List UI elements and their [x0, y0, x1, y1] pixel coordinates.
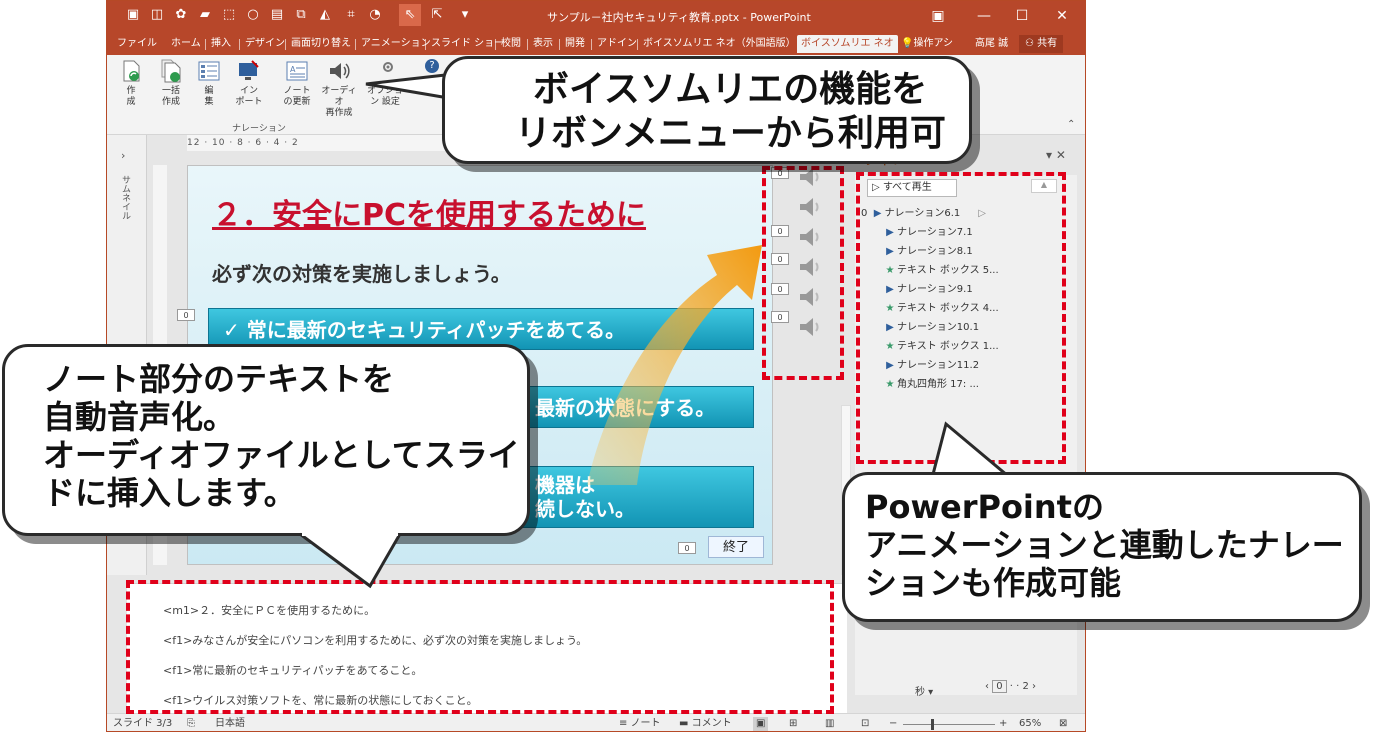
close-pane-icon[interactable]: ✕	[1056, 148, 1066, 162]
create-button[interactable]: 作 成	[111, 59, 151, 119]
shape-fill-icon[interactable]: ◔	[367, 7, 383, 23]
tab-home[interactable]: ホーム	[167, 35, 205, 53]
pane-menu-icon[interactable]: ▾	[1046, 148, 1052, 162]
slideshow-icon[interactable]: ⊡	[861, 717, 869, 731]
spellcheck-icon[interactable]: ⎘	[187, 717, 195, 731]
notes-icon: ≡	[619, 718, 631, 729]
expand-thumbnails-icon[interactable]: ›	[121, 149, 125, 162]
ribbon-group-label: ナレーション	[232, 124, 286, 134]
cursor-icon[interactable]: ⇖	[399, 4, 421, 26]
end-button[interactable]: 終了	[708, 536, 764, 558]
maximize-icon[interactable]: ☐	[1007, 5, 1037, 27]
fit-to-window-icon[interactable]: ⊠	[1059, 717, 1067, 731]
tab-developer[interactable]: 開発	[561, 35, 589, 53]
tab-review[interactable]: 校閲	[497, 35, 525, 53]
tab-voice-sommelier[interactable]: ボイスソムリエ ネオ	[797, 35, 898, 53]
tab-addins[interactable]: アドイン	[593, 35, 641, 53]
tab-file[interactable]: ファイル	[113, 35, 161, 53]
language-indicator[interactable]: 日本語	[215, 717, 245, 731]
tab-view[interactable]: 表示	[529, 35, 557, 53]
collapse-ribbon-icon[interactable]: ⌃	[1067, 119, 1075, 130]
layers-icon[interactable]: ▤	[269, 7, 285, 23]
arrow-select-icon[interactable]: ⇱	[429, 7, 445, 23]
tab-voice-sommelier-foreign[interactable]: ボイスソムリエ ネオ（外国語版）	[639, 35, 800, 53]
ribbon-tabs: ファイル ホーム 挿入 デザイン 画面切り替え アニメーション スライド ショー…	[107, 31, 1085, 55]
zoom-slider-thumb[interactable]	[931, 719, 934, 730]
edit-list-icon	[198, 61, 220, 81]
group-icon[interactable]: ⧉	[293, 7, 309, 23]
batch-create-button[interactable]: 一括 作成	[151, 59, 191, 119]
zoom-level[interactable]: 65%	[1019, 717, 1041, 731]
zoom-out-icon[interactable]: −	[889, 717, 897, 731]
tab-transitions[interactable]: 画面切り替え	[287, 35, 355, 53]
svg-text:A: A	[290, 65, 296, 74]
animation-marker: 0	[678, 542, 696, 554]
user-name[interactable]: 高尾 誠	[971, 35, 1012, 53]
notes-callout: ノート部分のテキストを 自動音声化。 オーディオファイルとしてスライ ドに挿入し…	[2, 344, 530, 536]
comment-icon: ▬	[679, 718, 692, 729]
crop-icon[interactable]: ⌗	[343, 7, 359, 23]
import-monitor-icon	[239, 60, 259, 80]
timeline-range[interactable]: ‹ 0 · · 2 ›	[985, 680, 1036, 693]
open-folder-icon[interactable]: ▰	[197, 7, 213, 23]
animation-callout: PowerPointの アニメーションと連動したナレー ションも作成可能	[842, 472, 1362, 622]
title-bar: ▣ ◫ ✿ ▰ ⬚ ○ ▤ ⧉ ◭ ⌗ ◔ ⇖ ⇱ ▾ サンプル－社内セキュリテ…	[107, 1, 1085, 31]
callout-tail	[299, 530, 402, 589]
reading-view-icon[interactable]: ▥	[825, 717, 834, 731]
tell-me-box[interactable]: 💡操作アシ	[897, 35, 957, 53]
preview-icon[interactable]: ◫	[149, 7, 165, 23]
seconds-dropdown[interactable]: 秒 ▾	[915, 683, 933, 698]
tab-insert[interactable]: 挿入	[207, 35, 235, 53]
tab-slideshow[interactable]: スライド ショー	[427, 35, 508, 53]
lightbulb-icon: 💡	[901, 38, 914, 49]
window-title: サンプル－社内セキュリティ教育.pptx - PowerPoint	[547, 11, 811, 24]
flow-arrow	[587, 245, 762, 485]
notes-toggle[interactable]: ≡ ノート	[619, 717, 661, 731]
customize-qat-icon[interactable]: ▾	[457, 7, 473, 23]
slide-sorter-icon[interactable]: ⊞	[789, 717, 797, 731]
notes-icon: A	[286, 61, 308, 81]
notes-highlight	[126, 580, 834, 714]
share-button[interactable]: ⚇ 共有	[1019, 35, 1064, 53]
tab-design[interactable]: デザイン	[241, 35, 289, 53]
create-doc-icon	[123, 60, 140, 82]
person-icon: ⚇	[1025, 38, 1038, 49]
slide-subtitle[interactable]: 必ず次の対策を実施しましょう。	[212, 258, 511, 287]
update-notes-button[interactable]: A ノート の更新	[277, 59, 317, 119]
speaker-icon	[330, 63, 350, 79]
edit-button[interactable]: 編 集	[189, 59, 229, 119]
audio-recreate-button[interactable]: オーディオ 再作成	[319, 59, 359, 119]
minimize-icon[interactable]: —	[969, 5, 999, 27]
palette-icon[interactable]: ✿	[173, 7, 189, 23]
ribbon-display-icon[interactable]: ▣	[923, 5, 953, 27]
close-icon[interactable]: ✕	[1047, 5, 1077, 27]
normal-view-icon[interactable]: ▣	[753, 717, 769, 731]
ribbon-callout: ボイスソムリエの機能を リボンメニューから利用可	[442, 56, 972, 164]
pane-controls[interactable]: ▾ ✕	[1046, 148, 1066, 162]
shape-icon[interactable]: ⬚	[221, 7, 237, 23]
save-icon[interactable]: ▣	[125, 7, 141, 23]
text-direction-icon[interactable]: ◭	[317, 7, 333, 23]
speaker-highlight	[762, 166, 844, 380]
batch-doc-icon	[161, 59, 181, 83]
circle-icon[interactable]: ○	[245, 7, 261, 23]
tab-animations[interactable]: アニメーション	[357, 35, 435, 53]
animation-marker: 0	[177, 309, 195, 321]
import-button[interactable]: イン ポート	[229, 59, 269, 119]
slide-counter: スライド 3/3	[113, 718, 173, 729]
thumbnail-label: サムネイル	[120, 175, 130, 220]
comments-toggle[interactable]: ▬ コメント	[679, 717, 732, 731]
status-bar: スライド 3/3 ⎘ 日本語 ≡ ノート ▬ コメント ▣ ⊞ ▥ ⊡ − + …	[107, 713, 1085, 731]
zoom-in-icon[interactable]: +	[999, 717, 1007, 731]
zoom-slider[interactable]	[903, 724, 995, 725]
